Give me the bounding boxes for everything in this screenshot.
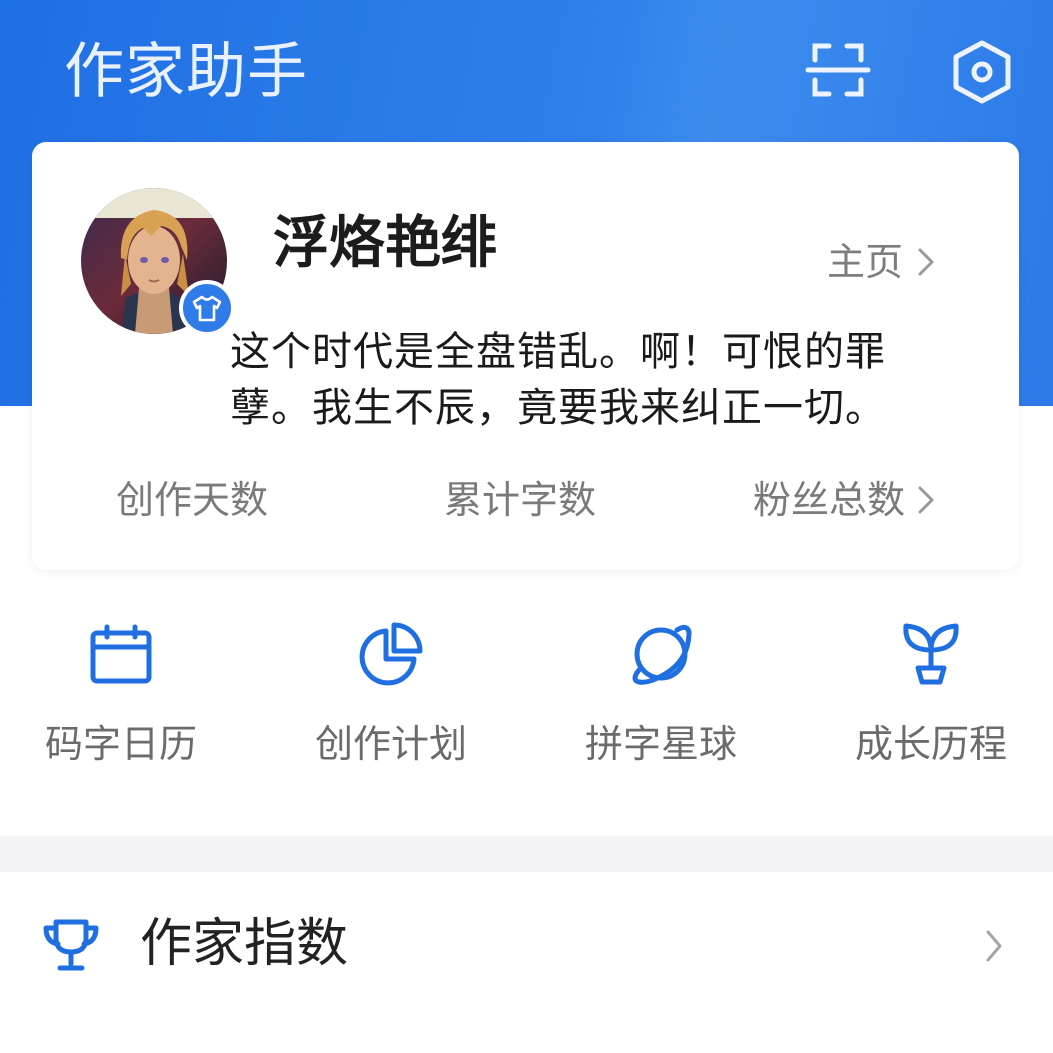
planet-icon bbox=[632, 624, 692, 685]
profile-card: 浮烙艳绯 主页 这个时代是全盘错乱。啊！可恨的罪 孽。我生不辰，竟要我来纠正一切… bbox=[32, 142, 1019, 570]
bio-line-2: 孽。我生不辰，竟要我来纠正一切。 bbox=[230, 385, 886, 431]
shortcut-writing-plan[interactable]: 创作计划 bbox=[291, 618, 491, 770]
stats-row: 创作天数 累计字数 粉丝总数 bbox=[32, 472, 1019, 532]
homepage-label: 主页 bbox=[827, 240, 904, 284]
shirt-icon bbox=[192, 295, 222, 322]
stat-label: 粉丝总数 bbox=[753, 478, 906, 522]
pie-chart-icon bbox=[359, 622, 423, 686]
shortcut-word-planet[interactable]: 拼字星球 bbox=[561, 618, 761, 770]
bio-line-1: 这个时代是全盘错乱。啊！可恨的罪 bbox=[230, 329, 886, 375]
app-title: 作家助手 bbox=[64, 37, 308, 107]
stat-creation-days[interactable]: 创作天数 bbox=[116, 472, 268, 528]
stat-total-words[interactable]: 累计字数 bbox=[444, 472, 596, 528]
stat-label: 创作天数 bbox=[116, 478, 269, 522]
stat-total-fans[interactable]: 粉丝总数 bbox=[753, 472, 935, 528]
shortcut-growth-journey[interactable]: 成长历程 bbox=[831, 618, 1031, 770]
settings-hexagon-icon bbox=[953, 40, 1011, 104]
avatar-badge bbox=[179, 280, 235, 336]
shortcut-grid: 码字日历 创作计划 拼字星球 成长历程 bbox=[0, 618, 1053, 798]
chevron-right-icon bbox=[986, 930, 1002, 962]
sprout-icon bbox=[903, 623, 959, 685]
homepage-link[interactable]: 主页 bbox=[827, 236, 935, 288]
chevron-right-icon bbox=[918, 248, 934, 276]
menu-item-label: 作家指数 bbox=[140, 914, 349, 974]
shortcut-label: 拼字星球 bbox=[584, 722, 737, 766]
bio-text: 这个时代是全盘错乱。啊！可恨的罪 孽。我生不辰，竟要我来纠正一切。 bbox=[230, 324, 1020, 436]
trophy-icon bbox=[43, 919, 99, 971]
scan-button[interactable] bbox=[800, 36, 876, 104]
shortcut-label: 创作计划 bbox=[314, 722, 467, 766]
shortcut-label: 码字日历 bbox=[44, 722, 197, 766]
calendar-icon bbox=[90, 624, 152, 684]
settings-button[interactable] bbox=[946, 36, 1018, 108]
stat-label: 累计字数 bbox=[444, 478, 597, 522]
chevron-right-icon bbox=[918, 486, 934, 514]
shortcut-writing-calendar[interactable]: 码字日历 bbox=[21, 618, 221, 770]
section-divider bbox=[0, 836, 1053, 872]
username: 浮烙艳绯 bbox=[273, 211, 497, 276]
scan-icon bbox=[805, 43, 871, 97]
menu-item-writer-index[interactable]: 作家指数 bbox=[0, 872, 1053, 1022]
shortcut-label: 成长历程 bbox=[854, 722, 1007, 766]
